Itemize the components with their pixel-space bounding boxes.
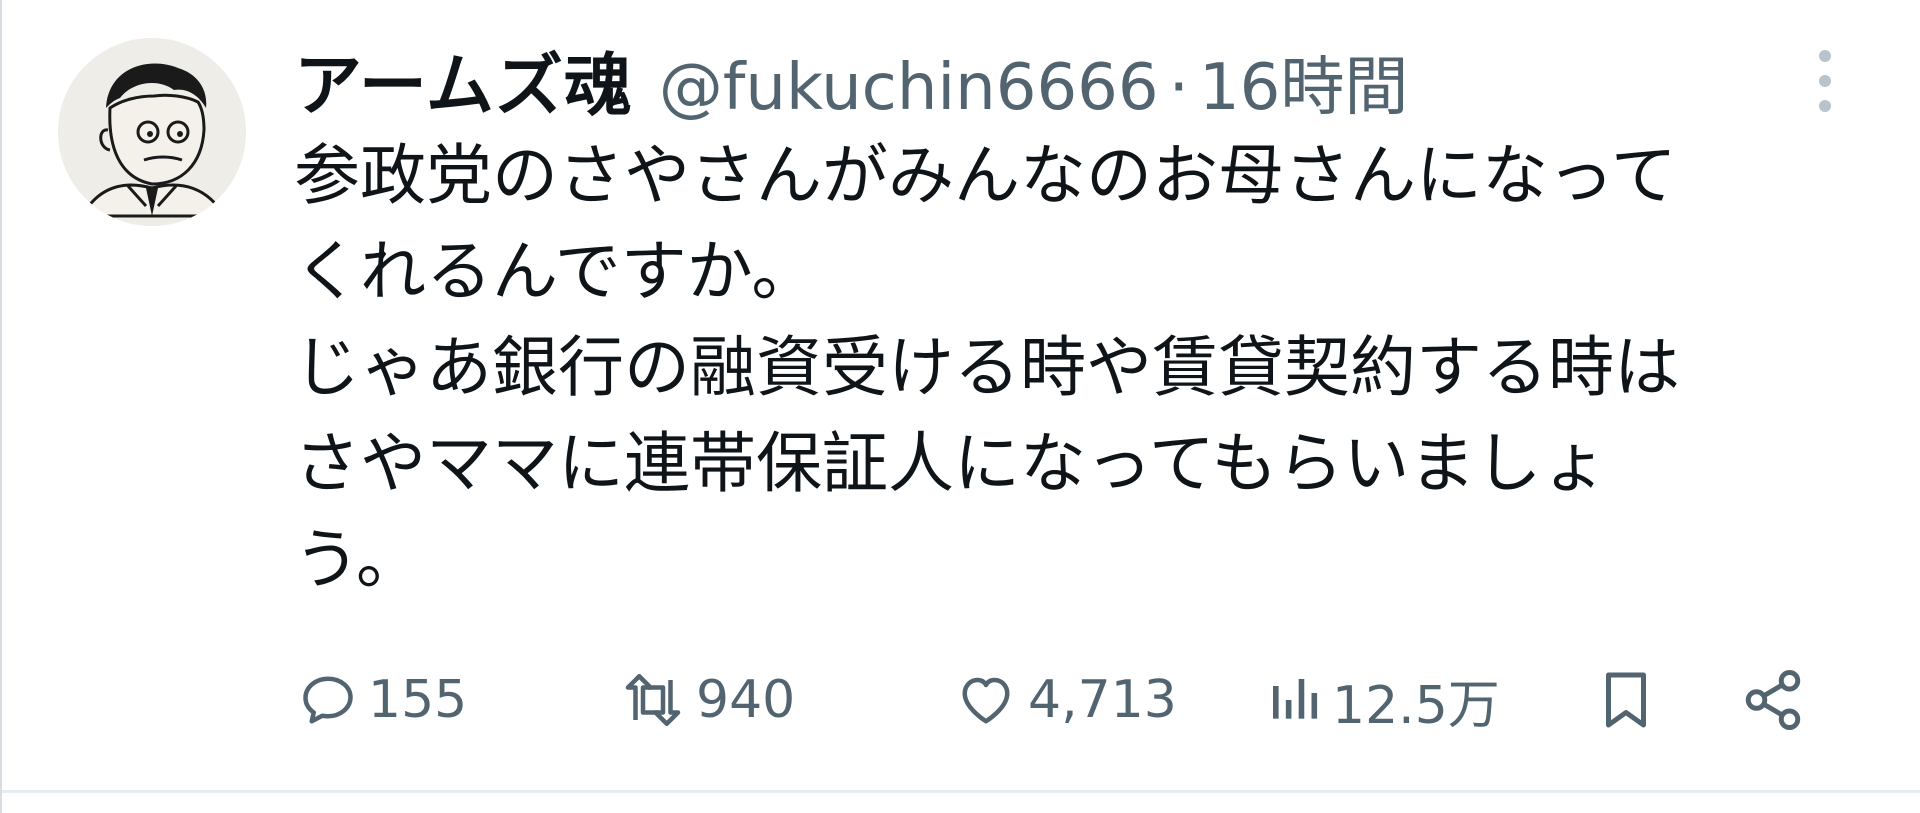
tweet-card[interactable]: アームズ魂 @fukuchin6666 · 16時間 参政党のさやさんがみんなの… (2, 0, 1920, 793)
reply-icon (303, 676, 353, 724)
like-count: 4,713 (1028, 670, 1177, 730)
tweet-header: アームズ魂 @fukuchin6666 · 16時間 (294, 30, 1408, 126)
timestamp[interactable]: 16時間 (1199, 36, 1408, 128)
bookmark-icon (1606, 672, 1646, 728)
tweet-text-line: さやママに連帯保証人になってもらいましょ (294, 425, 1608, 502)
views-chart-icon (1273, 679, 1318, 719)
action-bar: 155 940 4,713 12.5万 (298, 652, 1858, 748)
user-handle[interactable]: @fukuchin6666 (659, 51, 1159, 125)
tweet-text: 参政党のさやさんがみんなのお母さんになって くれるんですか。 じゃあ銀行の融資受… (294, 128, 1874, 608)
views-button[interactable]: 12.5万 (1266, 652, 1500, 748)
avatar[interactable] (58, 38, 246, 226)
share-icon (1745, 670, 1801, 730)
views-count: 12.5万 (1332, 675, 1500, 736)
separator-dot: · (1168, 51, 1189, 125)
retweet-button[interactable]: 940 (620, 652, 795, 748)
reply-button[interactable]: 155 (298, 652, 467, 748)
screenshot-frame: アームズ魂 @fukuchin6666 · 16時間 参政党のさやさんがみんなの… (0, 0, 1920, 813)
tweet-text-line: じゃあ銀行の融資受ける時や賃貸契約する時は (294, 329, 1680, 406)
more-dot (1819, 100, 1831, 112)
bookmark-button[interactable] (1596, 652, 1656, 748)
share-button[interactable] (1740, 652, 1806, 748)
tweet-text-line: 参政党のさやさんがみんなのお母さんになって (294, 137, 1677, 214)
like-button[interactable]: 4,713 (954, 652, 1177, 748)
caricature-avatar-icon (58, 38, 246, 226)
display-name[interactable]: アームズ魂 (294, 30, 633, 129)
more-options-icon[interactable] (1810, 46, 1840, 116)
tweet-text-line: う。 (294, 521, 423, 598)
more-dot (1819, 75, 1831, 87)
retweet-count: 940 (696, 670, 796, 730)
retweet-icon (625, 674, 681, 726)
more-dot (1819, 50, 1831, 62)
reply-count: 155 (368, 670, 468, 730)
tweet-text-line: くれるんですか。 (294, 233, 818, 310)
heart-icon (962, 677, 1010, 724)
